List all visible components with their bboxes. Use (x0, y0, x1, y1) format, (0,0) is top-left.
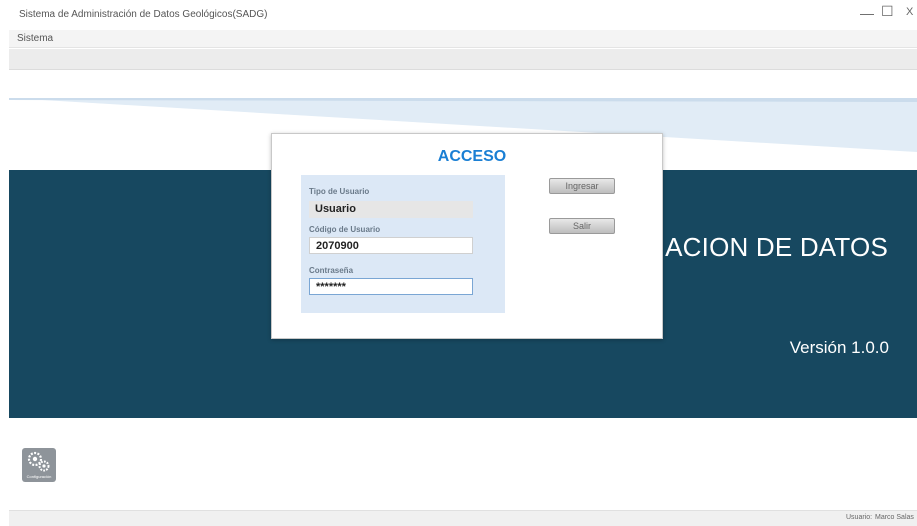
password-label: Contraseña (309, 266, 354, 275)
gears-icon (27, 451, 50, 472)
login-form: Tipo de Usuario Usuario Código de Usuari… (301, 175, 505, 313)
window-title-bar: Sistema de Administración de Datos Geoló… (0, 0, 917, 28)
user-type-field[interactable]: Usuario (309, 201, 473, 218)
login-dialog: ACCESO Tipo de Usuario Usuario Código de… (271, 133, 663, 339)
user-code-input[interactable]: 2070900 (309, 237, 473, 254)
maximize-button[interactable]: ☐ (881, 3, 894, 20)
status-user-label: Usuario: (846, 514, 873, 521)
user-code-label: Código de Usuario (309, 225, 381, 234)
toolbar (9, 49, 917, 70)
version-label: Versión 1.0.0 (789, 338, 889, 357)
ingresar-button[interactable]: Ingresar (549, 178, 615, 194)
dialog-title: ACCESO (437, 148, 507, 165)
window-title: Sistema de Administración de Datos Geoló… (19, 9, 268, 20)
close-button[interactable]: X (906, 6, 913, 18)
banner-title: ACION DE DATOS (665, 232, 888, 262)
status-bar: Usuario: Marco Salas (9, 510, 917, 526)
password-input[interactable]: ******* (309, 278, 473, 295)
minimize-button[interactable]: — (860, 5, 874, 21)
menu-item-sistema[interactable]: Sistema (17, 33, 53, 44)
config-label: Configuración (26, 474, 52, 479)
menu-bar: Sistema (9, 30, 917, 48)
config-button[interactable]: Configuración (22, 448, 56, 482)
salir-button[interactable]: Salir (549, 218, 615, 234)
user-type-label: Tipo de Usuario (309, 187, 370, 196)
status-user-name: Marco Salas (875, 514, 914, 521)
